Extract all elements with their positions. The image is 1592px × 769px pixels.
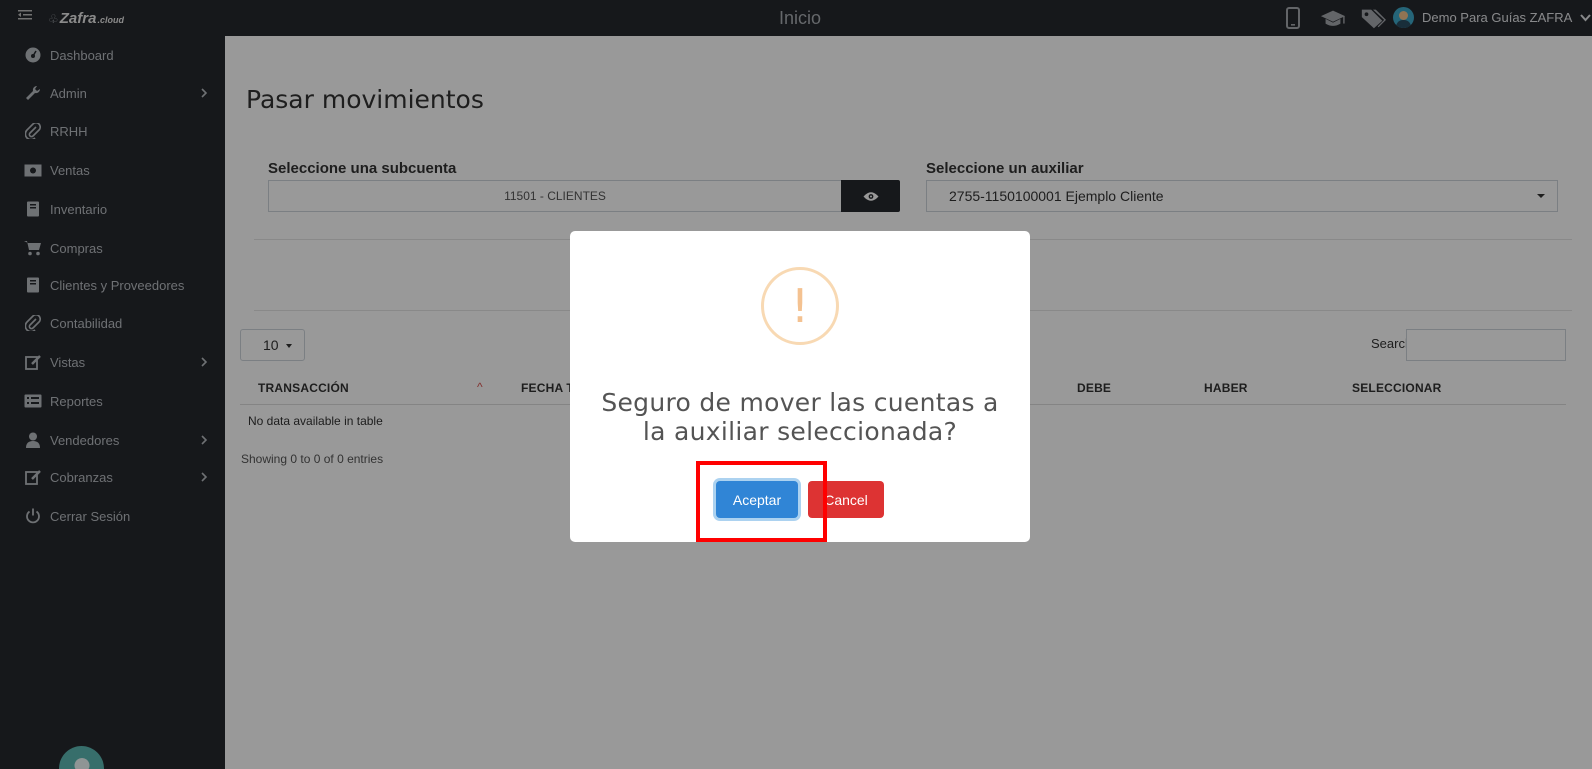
dialog-message: Seguro de mover las cuentas a la auxilia… <box>601 388 999 446</box>
confirm-dialog: ! Seguro de mover las cuentas a la auxil… <box>570 231 1030 542</box>
highlight-box <box>696 461 827 542</box>
warning-icon: ! <box>761 267 839 345</box>
